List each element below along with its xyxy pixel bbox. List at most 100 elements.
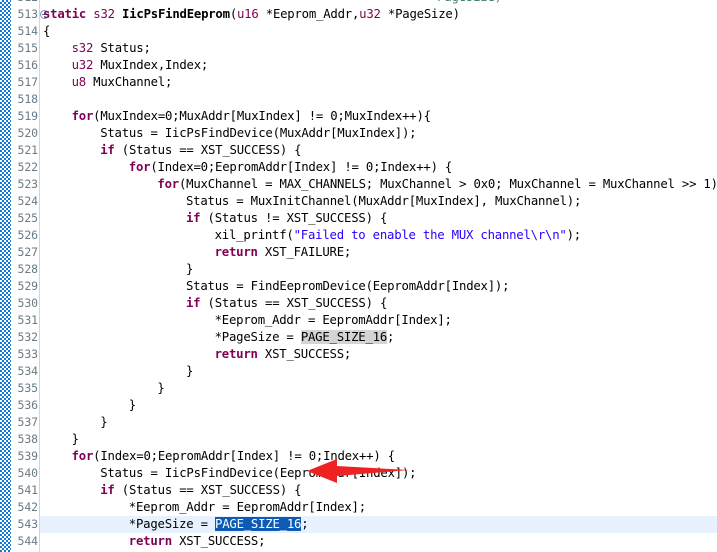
code-line[interactable]: *Eeprom_Addr = EepromAddr[Index];	[215, 312, 452, 329]
code-line[interactable]: }	[186, 261, 193, 278]
identifier: Index	[451, 279, 488, 293]
punctuation: [	[229, 449, 237, 463]
line-number: 515	[17, 41, 39, 55]
punctuation: > 0	[451, 177, 481, 191]
punctuation: [	[444, 279, 452, 293]
code-line[interactable]: return XST_SUCCESS;	[215, 346, 352, 363]
identifier: Index	[358, 466, 395, 480]
punctuation: (	[200, 296, 215, 310]
identifier: EepromAddr	[236, 500, 309, 514]
identifier: Eeprom_Addr	[272, 7, 352, 21]
identifier: MuxIndex	[100, 109, 158, 123]
code-line[interactable]: Status = FindEepromDevice(EepromAddr[Ind…	[186, 278, 510, 295]
identifier: FindEepromDevice	[250, 279, 366, 293]
code-line[interactable]: for(MuxIndex=0;MuxAddr[MuxIndex] != 0;Mu…	[72, 108, 431, 125]
identifier: x0	[480, 177, 496, 191]
identifier: Index	[294, 160, 330, 174]
punctuation: ;	[387, 330, 395, 344]
punctuation: }	[157, 381, 165, 395]
selected-text[interactable]: PAGE_SIZE_16	[215, 517, 301, 531]
identifier: Status	[100, 41, 144, 55]
identifier: Index	[323, 449, 359, 463]
punctuation: ] != 0;	[272, 449, 324, 463]
identifier: Status	[128, 483, 173, 497]
line-number: 527	[17, 245, 39, 259]
code-line[interactable]: static s32 IicPsFindEeprom(u16 *Eeprom_A…	[43, 6, 460, 23]
code-line[interactable]: *Eeprom_Addr = EepromAddr[Index];	[129, 499, 366, 516]
identifier: XST_SUCCESS	[264, 347, 344, 361]
identifier: EepromAddr	[322, 313, 395, 327]
line-number: 543	[17, 517, 39, 531]
keyword: for	[128, 160, 151, 174]
code-line[interactable]: if (Status == XST_SUCCESS) {	[100, 482, 301, 499]
punctuation: ++) {	[359, 449, 395, 463]
punctuation: *	[128, 500, 136, 514]
identifier: MuxIndex	[415, 194, 474, 208]
code-line[interactable]: *PageSize = PAGE_SIZE_16;	[129, 516, 309, 533]
code-line[interactable]: {	[43, 23, 50, 40]
punctuation: )	[452, 7, 460, 21]
punctuation: [	[351, 466, 359, 480]
code-line[interactable]: u32 MuxIndex,Index;	[72, 57, 209, 74]
line-number: 516	[17, 58, 39, 72]
code-line[interactable]: if (Status != XST_SUCCESS) {	[186, 210, 387, 227]
punctuation: >> 1) {	[681, 177, 717, 191]
code-line[interactable]: u8 MuxChannel;	[72, 74, 173, 91]
code-line[interactable]: for(MuxChannel = MAX_CHANNELS; MuxChanne…	[157, 176, 717, 193]
quick-diff-change-bar[interactable]	[0, 0, 11, 552]
keyword: if	[186, 296, 201, 310]
identifier: Index	[401, 313, 438, 327]
identifier: Eeprom_Addr	[135, 500, 216, 514]
code-line[interactable]: s32 Status;	[72, 40, 151, 57]
code-line[interactable]: if (Status == XST_SUCCESS) {	[100, 142, 301, 159]
code-line[interactable]: }	[157, 380, 164, 397]
code-line[interactable]: }	[100, 414, 107, 431]
code-line[interactable]: for(Index=0;EepromAddr[Index] != 0;Index…	[128, 159, 453, 176]
occurrence-highlight[interactable]: PAGE_SIZE_16	[300, 330, 387, 344]
identifier: MuxIndex	[236, 109, 295, 123]
punctuation: =0;	[157, 109, 180, 123]
code-text-area[interactable]: *Pagesize) static s32 IicPsFindEeprom(u16…	[40, 0, 717, 552]
code-line[interactable]: *PageSize = PAGE_SIZE_16;	[215, 329, 395, 346]
line-number: 533	[17, 347, 39, 361]
code-line[interactable]: }	[72, 431, 79, 448]
identifier: Status	[128, 143, 173, 157]
punctuation: ;	[365, 177, 381, 191]
type-name: s32	[93, 7, 115, 21]
keyword: for	[71, 109, 94, 123]
code-line[interactable]: }	[129, 397, 136, 414]
code-line[interactable]: Status = IicPsFindDevice(EepromAddr[Inde…	[100, 465, 416, 482]
punctuation: =	[193, 517, 216, 531]
code-line[interactable]: Status = MuxInitChannel(MuxAddr[MuxIndex…	[186, 193, 581, 210]
punctuation: [	[308, 500, 316, 514]
punctuation: (	[114, 143, 129, 157]
punctuation: (	[272, 466, 280, 480]
identifier: MuxAddr	[179, 109, 230, 123]
punctuation: }	[186, 262, 194, 276]
identifier: MuxChannel	[93, 75, 165, 89]
punctuation: *	[214, 313, 222, 327]
code-line[interactable]: }	[186, 363, 193, 380]
identifier: XST_SUCCESS	[286, 211, 366, 225]
comment: *Pagesize)	[430, 0, 502, 4]
line-number-gutter[interactable]: 5125135145155165175185195205215225235245…	[11, 0, 49, 552]
line-number: 519	[17, 109, 39, 123]
code-line[interactable]: if (Status == XST_SUCCESS) {	[186, 295, 387, 312]
punctuation: );	[566, 194, 582, 208]
punctuation: =	[257, 177, 280, 191]
line-number: 541	[17, 483, 39, 497]
keyword: if	[186, 211, 201, 225]
code-editor[interactable]: 5125135145155165175185195205215225235245…	[0, 0, 717, 552]
identifier: MAX_CHANNELS	[279, 177, 366, 191]
code-line[interactable]: for(Index=0;EepromAddr[Index] != 0;Index…	[72, 448, 396, 465]
punctuation: ;	[143, 41, 151, 55]
identifier: EepromAddr	[215, 160, 287, 174]
line-number: 534	[17, 364, 39, 378]
code-line[interactable]: xil_printf("Failed to enable the MUX cha…	[215, 227, 582, 244]
punctuation: ;	[343, 347, 352, 361]
identifier: MuxInitChannel	[250, 194, 352, 208]
code-line[interactable]: return XST_SUCCESS;	[129, 533, 266, 550]
code-line[interactable]: Status = IicPsFindDevice(MuxAddr[MuxInde…	[100, 125, 416, 142]
code-line[interactable]: return XST_FAILURE;	[215, 244, 352, 261]
punctuation: ) {	[365, 211, 388, 225]
